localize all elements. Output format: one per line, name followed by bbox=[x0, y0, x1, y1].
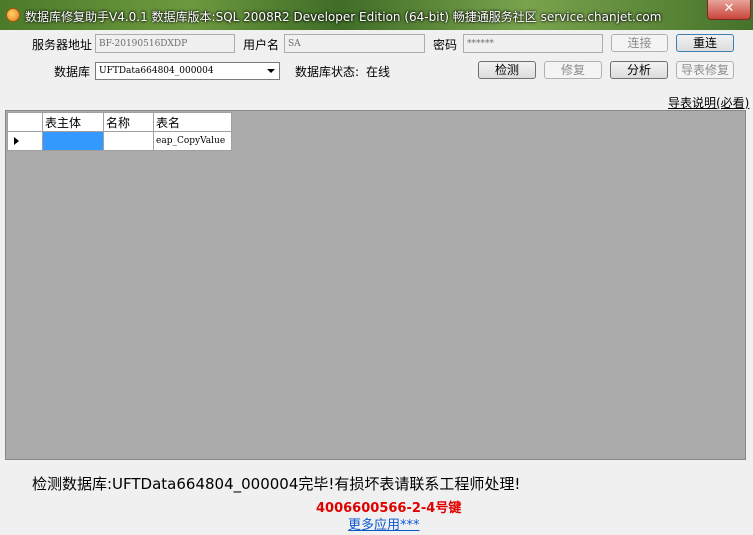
export-help-link[interactable]: 导表说明(必看) bbox=[668, 94, 749, 111]
password-field[interactable]: ****** bbox=[463, 34, 603, 53]
analyze-button[interactable]: 分析 bbox=[610, 61, 668, 79]
close-button[interactable]: ✕ bbox=[707, 0, 751, 20]
main-panel: 服务器地址 BF-20190516DXDP 用户名 SA 密码 ****** 连… bbox=[0, 30, 753, 535]
cell-name[interactable] bbox=[103, 131, 154, 151]
grid-header-row: 表主体 名称 表名 bbox=[7, 112, 232, 132]
table-grid[interactable]: 表主体 名称 表名 eap_CopyValue bbox=[5, 110, 746, 460]
grid-corner-cell bbox=[7, 112, 43, 132]
repair-button[interactable]: 修复 bbox=[544, 61, 602, 79]
chevron-down-icon bbox=[267, 69, 275, 73]
table-row[interactable]: eap_CopyValue bbox=[7, 131, 232, 151]
database-label: 数据库 bbox=[54, 65, 91, 79]
server-address-field[interactable]: BF-20190516DXDP bbox=[95, 34, 235, 53]
status-message: 检测数据库:UFTData664804_000004完毕!有损坏表请联系工程师处… bbox=[32, 475, 521, 493]
app-icon bbox=[6, 8, 20, 22]
database-status-label: 数据库状态: bbox=[295, 65, 360, 79]
export-repair-button[interactable]: 导表修复 bbox=[676, 61, 734, 79]
row-header[interactable] bbox=[7, 131, 43, 151]
check-button[interactable]: 检测 bbox=[478, 61, 536, 79]
column-header-table-name[interactable]: 表名 bbox=[153, 112, 232, 132]
cell-table-owner[interactable] bbox=[42, 131, 104, 151]
data-grid-table: 表主体 名称 表名 eap_CopyValue bbox=[7, 112, 232, 151]
username-field[interactable]: SA bbox=[284, 34, 425, 53]
column-header-table-owner[interactable]: 表主体 bbox=[42, 112, 104, 132]
title-bar: 数据库修复助手V4.0.1 数据库版本:SQL 2008R2 Developer… bbox=[0, 0, 753, 30]
database-select[interactable]: UFTData664804_000004 bbox=[95, 62, 280, 80]
username-label: 用户名 bbox=[243, 38, 280, 52]
reconnect-button[interactable]: 重连 bbox=[676, 34, 734, 52]
server-address-label: 服务器地址 bbox=[32, 38, 93, 52]
cell-table-name[interactable]: eap_CopyValue bbox=[153, 131, 232, 151]
row-pointer-icon bbox=[14, 137, 19, 145]
database-select-value: UFTData664804_000004 bbox=[99, 66, 214, 76]
window-title: 数据库修复助手V4.0.1 数据库版本:SQL 2008R2 Developer… bbox=[25, 10, 662, 24]
password-label: 密码 bbox=[433, 38, 458, 52]
connect-button[interactable]: 连接 bbox=[611, 34, 668, 52]
database-status-value: 在线 bbox=[366, 65, 391, 79]
more-apps-link[interactable]: 更多应用*** bbox=[348, 514, 420, 533]
column-header-name[interactable]: 名称 bbox=[103, 112, 154, 132]
